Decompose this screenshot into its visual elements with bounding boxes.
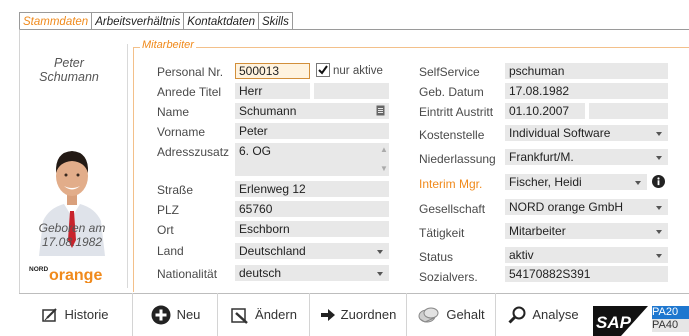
person-last-name: Schumann <box>39 70 99 84</box>
tab-bar: Stammdaten Arbeitsverhältnis Kontaktdate… <box>19 12 293 30</box>
gesellschaft-select[interactable]: NORD orange GmbH <box>505 199 668 215</box>
pa40-link[interactable]: PA40 <box>652 319 689 332</box>
strasse-label: Straße <box>157 183 194 197</box>
niederlassung-select[interactable]: Frankfurt/M. <box>505 149 668 165</box>
analyse-label: Analyse <box>532 307 579 322</box>
nationalitaet-label: Nationalität <box>157 267 218 281</box>
neu-button[interactable]: Neu <box>134 293 218 336</box>
plz-field[interactable]: 65760 <box>235 201 389 217</box>
nur-aktive-label: nur aktive <box>333 65 383 77</box>
sozialvers-field[interactable]: 54170882S391 <box>505 266 668 282</box>
niederlassung-label: Niederlassung <box>419 152 496 166</box>
born-date: 17.08.1982 <box>41 235 103 249</box>
adresszusatz-label: Adresszusatz <box>157 145 230 159</box>
nationalitaet-select[interactable]: deutsch <box>235 265 389 281</box>
historie-button[interactable]: Historie <box>19 293 133 336</box>
kostenstelle-label: Kostenstelle <box>419 128 485 142</box>
eintritt-field[interactable]: 01.10.2007 <box>505 103 585 119</box>
plus-circle-icon <box>151 305 171 324</box>
tab-skills[interactable]: Skills <box>258 12 293 30</box>
neu-label: Neu <box>176 307 201 322</box>
gehalt-label: Gehalt <box>446 307 485 322</box>
vorname-label: Vorname <box>157 125 206 139</box>
name-label: Name <box>157 105 190 119</box>
tab-arbeitsverhaeltnis[interactable]: Arbeitsverhältnis <box>91 12 185 30</box>
person-first-name: Peter <box>54 56 84 70</box>
historie-icon <box>42 307 58 322</box>
taetigkeit-label: Tätigkeit <box>419 226 465 240</box>
born-label: Geboren am <box>38 221 106 235</box>
status-label: Status <box>419 250 454 264</box>
ort-field[interactable]: Eschborn <box>235 221 389 237</box>
company-logo: NORD orange <box>29 266 102 283</box>
sozialvers-label: Sozialvers. <box>419 270 478 284</box>
zuordnen-label: Zuordnen <box>340 307 397 322</box>
search-icon <box>508 306 526 324</box>
kostenstelle-select[interactable]: Individual Software <box>505 125 668 141</box>
interim-mgr-label[interactable]: Interim Mgr. <box>419 177 482 191</box>
tab-stammdaten[interactable]: Stammdaten <box>19 12 93 30</box>
adresszusatz-textarea[interactable]: 6. OG <box>235 143 389 176</box>
checkmark-icon <box>318 65 328 75</box>
titel-field[interactable] <box>314 83 389 99</box>
edit-icon <box>231 307 248 324</box>
nur-aktive-checkbox[interactable] <box>316 63 330 77</box>
land-label: Land <box>157 244 184 258</box>
analyse-button[interactable]: Analyse <box>497 293 590 336</box>
sap-logo-text: SAP <box>596 313 632 332</box>
aendern-label: Ändern <box>255 307 297 322</box>
selfservice-label: SelfService <box>419 65 480 79</box>
logo-orange-text: orange <box>49 267 102 283</box>
scroll-down-icon[interactable]: ▼ <box>380 165 388 173</box>
vorname-field[interactable]: Peter <box>235 123 389 139</box>
geb-datum-label: Geb. Datum <box>419 85 484 99</box>
selfservice-field[interactable]: pschuman <box>505 63 668 79</box>
scroll-up-icon[interactable]: ▲ <box>380 146 388 154</box>
aendern-button[interactable]: Ändern <box>219 293 310 336</box>
ort-label: Ort <box>157 223 174 237</box>
personal-nr-label: Personal Nr. <box>157 65 224 79</box>
anrede-field[interactable]: Herr <box>235 83 310 99</box>
pa-transactions: PA20 PA40 <box>650 306 689 332</box>
gesellschaft-label: Gesellschaft <box>419 202 486 216</box>
notes-icon[interactable] <box>376 105 385 116</box>
sap-logo-button[interactable]: SAP <box>593 306 648 336</box>
status-select[interactable]: aktiv <box>505 247 668 263</box>
austritt-field[interactable] <box>589 103 668 119</box>
arrow-right-icon <box>320 308 335 321</box>
pa20-link[interactable]: PA20 <box>652 306 689 319</box>
plz-label: PLZ <box>157 203 180 217</box>
tab-kontaktdaten[interactable]: Kontaktdaten <box>183 12 259 30</box>
logo-nord-text: NORD <box>29 266 48 273</box>
section-title: Mitarbeiter <box>140 39 196 51</box>
info-icon[interactable] <box>652 175 665 188</box>
money-icon <box>418 307 439 323</box>
name-field[interactable]: Schumann <box>235 103 389 119</box>
person-sidebar: Peter Schumann Geboren am 17.08.1982 NOR… <box>19 44 128 288</box>
eintritt-label: Eintritt Austritt <box>419 105 494 119</box>
gehalt-button[interactable]: Gehalt <box>408 293 496 336</box>
person-name: Peter Schumann <box>19 56 119 84</box>
name-value: Schumann <box>239 104 297 118</box>
land-select[interactable]: Deutschland <box>235 243 389 259</box>
anrede-label: Anrede Titel <box>157 85 222 99</box>
geb-datum-field[interactable]: 17.08.1982 <box>505 83 668 99</box>
personal-nr-input[interactable]: 500013 <box>235 63 310 79</box>
taetigkeit-select[interactable]: Mitarbeiter <box>505 223 668 239</box>
strasse-field[interactable]: Erlenweg 12 <box>235 181 389 197</box>
birth-info: Geboren am 17.08.1982 <box>19 221 125 249</box>
interim-mgr-select[interactable]: Fischer, Heidi <box>505 174 647 190</box>
zuordnen-button[interactable]: Zuordnen <box>311 293 407 336</box>
historie-label: Historie <box>64 307 109 322</box>
